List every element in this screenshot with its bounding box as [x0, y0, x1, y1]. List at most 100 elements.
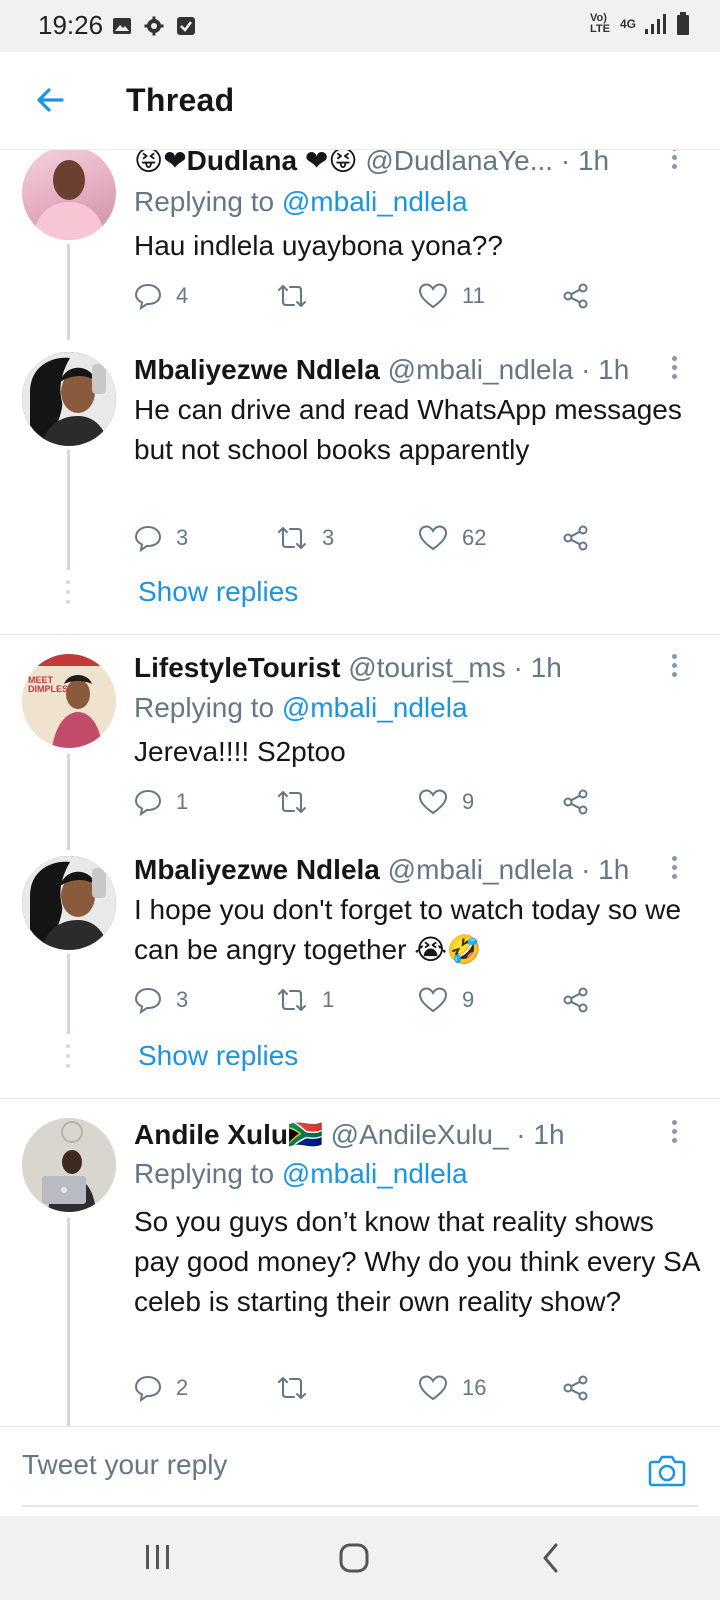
- tweet-item[interactable]: Mbaliyezwe Ndlela @mbali_ndlela · 1h I h…: [0, 850, 720, 1098]
- settings-gear-icon: [144, 16, 164, 36]
- replying-prefix: Replying to: [134, 186, 275, 217]
- tweet-text: Jereva!!!! S2ptoo: [134, 736, 346, 767]
- more-options-icon[interactable]: [672, 1120, 680, 1146]
- avatar[interactable]: [22, 1118, 116, 1212]
- comment-icon: [134, 1375, 162, 1402]
- thread-line: [67, 244, 70, 340]
- retweet-button[interactable]: [276, 1374, 322, 1402]
- replying-to: Replying to @mbali_ndlela: [134, 692, 468, 724]
- heart-icon: [418, 283, 448, 309]
- reply-count: 3: [176, 525, 189, 550]
- camera-icon[interactable]: [648, 1453, 686, 1487]
- thread-dots: [66, 580, 71, 610]
- status-right: Vo) LTE 4G: [590, 12, 690, 36]
- avatar[interactable]: [22, 856, 116, 950]
- share-icon: [563, 525, 588, 551]
- retweet-count: 3: [322, 525, 335, 550]
- share-button[interactable]: [562, 986, 590, 1014]
- retweet-button[interactable]: 3: [276, 524, 334, 552]
- display-name[interactable]: LifestyleTourist: [134, 652, 340, 683]
- avatar[interactable]: [22, 352, 116, 446]
- retweet-icon: [278, 285, 306, 307]
- retweet-button[interactable]: 1: [276, 986, 334, 1014]
- like-count: 9: [462, 789, 475, 814]
- mention-link[interactable]: @mbali_ndlela: [282, 1158, 468, 1189]
- avatar-photo: [32, 160, 106, 240]
- tweet-header: LifestyleTourist @tourist_ms · 1h: [134, 652, 562, 684]
- thread-feed[interactable]: 😝❤Dudlana ❤😝 @DudlanaYe... · 1h Replying…: [0, 150, 720, 1426]
- retweet-button[interactable]: [276, 282, 322, 310]
- show-replies-link[interactable]: Show replies: [138, 576, 298, 608]
- mention-link[interactable]: @mbali_ndlela: [282, 692, 468, 723]
- tweet-item[interactable]: Mbaliyezwe Ndlela @mbali_ndlela · 1h He …: [0, 346, 720, 634]
- heart-icon: [418, 987, 448, 1013]
- like-button[interactable]: 9: [418, 788, 474, 816]
- like-count: 9: [462, 987, 475, 1012]
- reply-button[interactable]: 3: [134, 524, 188, 552]
- like-button[interactable]: 9: [418, 986, 474, 1014]
- avatar[interactable]: MEET DIMPLES: [22, 654, 116, 748]
- avatar-photo: [22, 1118, 116, 1212]
- more-options-icon[interactable]: [672, 356, 680, 382]
- like-count: 62: [462, 525, 487, 550]
- share-button[interactable]: [562, 1374, 590, 1402]
- avatar[interactable]: [22, 150, 116, 240]
- heart-icon: [418, 1375, 448, 1401]
- recent-apps-icon[interactable]: [144, 1542, 172, 1572]
- share-button[interactable]: [562, 788, 590, 816]
- handle-time: @tourist_ms · 1h: [348, 652, 562, 683]
- share-button[interactable]: [562, 524, 590, 552]
- handle-time: @mbali_ndlela · 1h: [387, 354, 630, 385]
- heart-icon: [418, 525, 448, 551]
- reply-button[interactable]: 1: [134, 788, 188, 816]
- reply-button[interactable]: 4: [134, 282, 188, 310]
- comment-icon: [134, 987, 162, 1014]
- thread-line: [67, 754, 70, 850]
- retweet-count: 1: [322, 987, 335, 1012]
- battery-icon: [677, 12, 689, 35]
- display-name[interactable]: Mbaliyezwe Ndlela: [134, 854, 380, 885]
- tweet-header: Mbaliyezwe Ndlela @mbali_ndlela · 1h: [134, 354, 629, 386]
- more-options-icon[interactable]: [672, 654, 680, 680]
- comment-icon: [134, 789, 162, 816]
- back-nav-icon[interactable]: [540, 1542, 562, 1574]
- tweet-header: Mbaliyezwe Ndlela @mbali_ndlela · 1h: [134, 854, 629, 886]
- comment-icon: [134, 283, 162, 310]
- more-options-icon[interactable]: [672, 856, 680, 882]
- reply-button[interactable]: 3: [134, 986, 188, 1014]
- avatar-magazine-text: MEET DIMPLES: [28, 675, 69, 694]
- reply-button[interactable]: 2: [134, 1374, 188, 1402]
- like-button[interactable]: 16: [418, 1374, 486, 1402]
- share-icon: [563, 283, 588, 309]
- arrow-left-icon[interactable]: [32, 82, 68, 118]
- heart-icon: [418, 789, 448, 815]
- tweet-header: Andile Xulu🇿🇦 @AndileXulu_ · 1h: [134, 1118, 565, 1151]
- replying-to: Replying to @mbali_ndlela: [134, 1158, 468, 1190]
- display-name[interactable]: 😝❤Dudlana ❤😝: [134, 150, 358, 176]
- tweet-item[interactable]: 😝❤Dudlana ❤😝 @DudlanaYe... · 1h Replying…: [0, 150, 720, 340]
- retweet-icon: [278, 989, 306, 1011]
- status-bar: 19:26 Vo) LTE 4G: [0, 0, 720, 52]
- retweet-button[interactable]: [276, 788, 322, 816]
- tweet-actions: 1 9: [134, 788, 614, 820]
- tweet-reply-input[interactable]: Tweet your reply: [22, 1449, 227, 1481]
- divider: [0, 634, 720, 635]
- like-button[interactable]: 11: [418, 282, 485, 310]
- display-name[interactable]: Mbaliyezwe Ndlela: [134, 354, 380, 385]
- more-options-icon[interactable]: [672, 150, 680, 172]
- mention-link[interactable]: @mbali_ndlela: [282, 186, 468, 217]
- tweet-text: I hope you don't forget to watch today s…: [134, 894, 682, 965]
- tweet-item[interactable]: MEET DIMPLES LifestyleTourist @tourist_m…: [0, 650, 720, 850]
- share-button[interactable]: [562, 282, 590, 310]
- display-name[interactable]: Andile Xulu🇿🇦: [134, 1119, 323, 1150]
- checkbox-notification-icon: [177, 17, 195, 35]
- like-button[interactable]: 62: [418, 524, 486, 552]
- show-replies-link[interactable]: Show replies: [138, 1040, 298, 1072]
- tweet-item[interactable]: Andile Xulu🇿🇦 @AndileXulu_ · 1h Replying…: [0, 1114, 720, 1426]
- thread-line: [67, 954, 70, 1034]
- avatar-photo: [22, 654, 116, 748]
- like-count: 16: [462, 1375, 487, 1400]
- page-title: Thread: [126, 82, 235, 118]
- reply-count: 3: [176, 987, 189, 1012]
- home-icon[interactable]: [338, 1542, 370, 1574]
